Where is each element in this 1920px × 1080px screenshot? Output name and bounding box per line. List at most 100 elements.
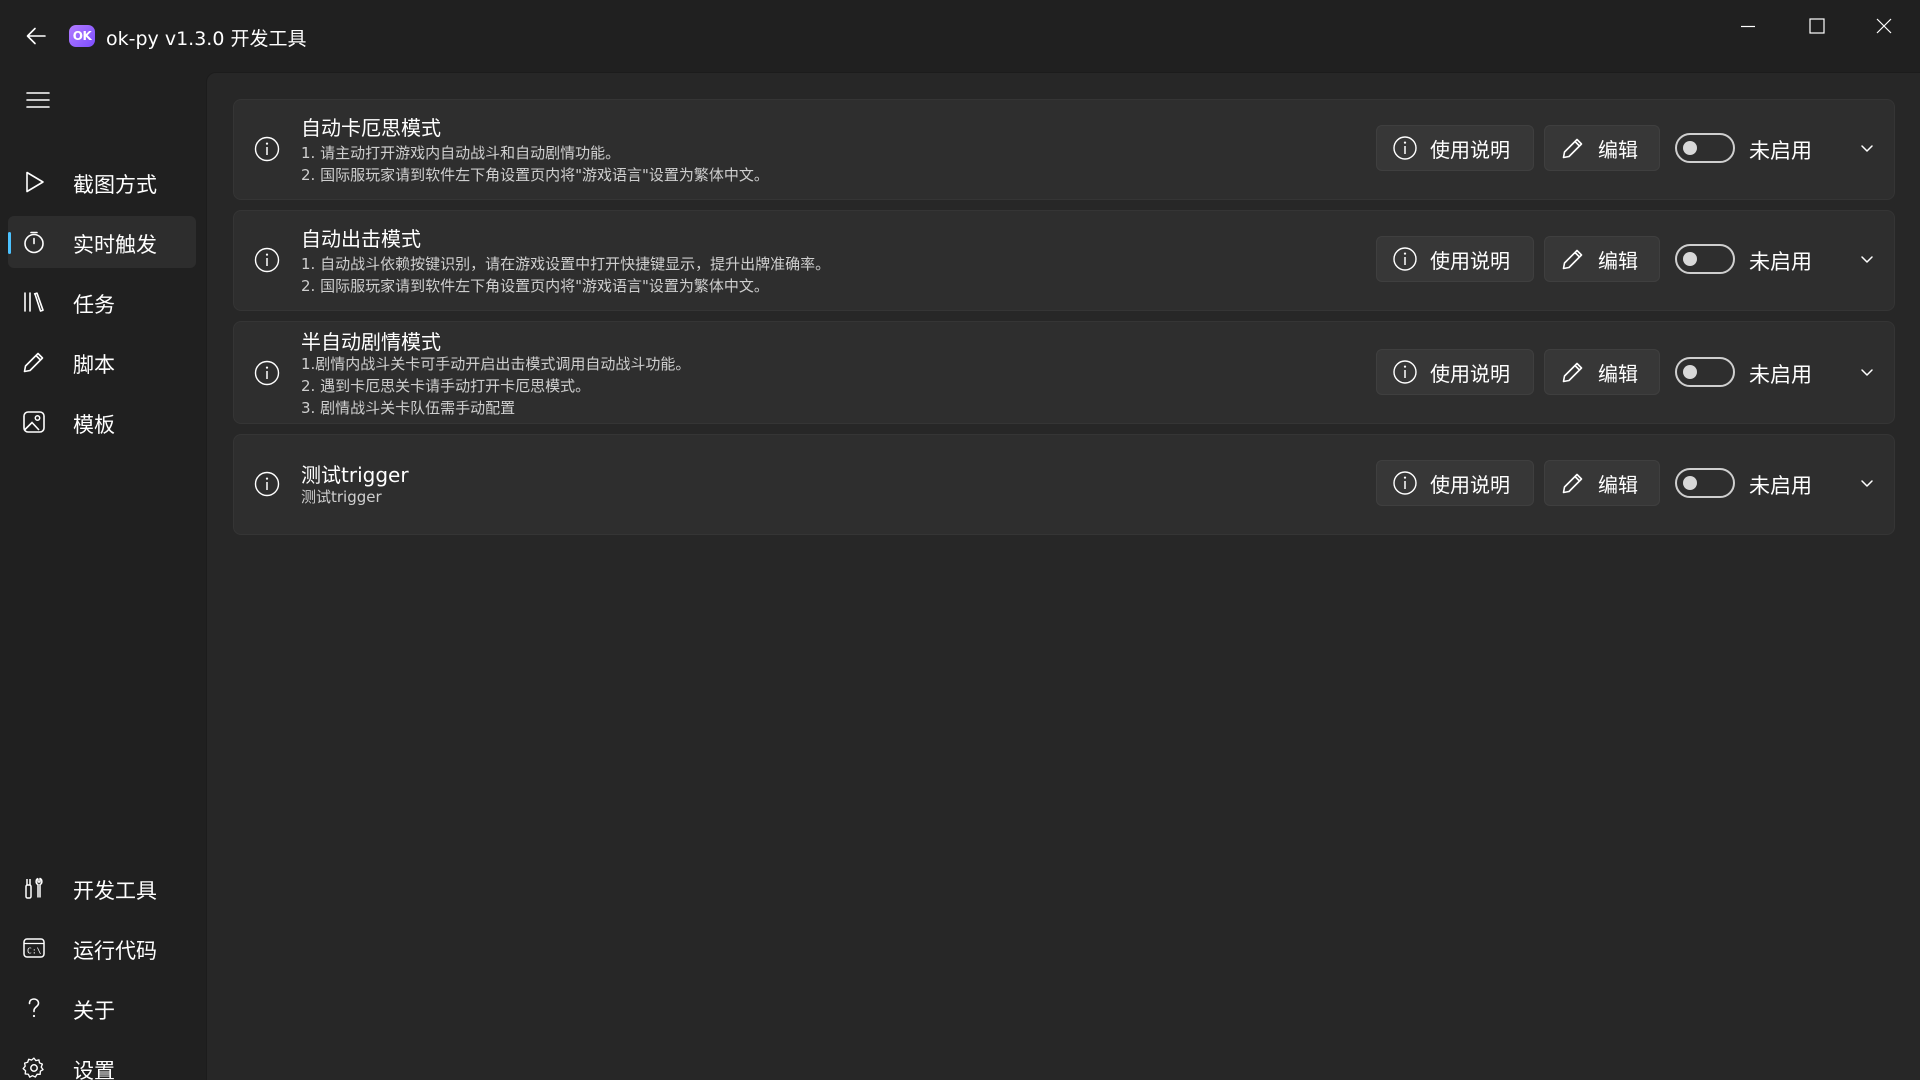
app-logo: OK xyxy=(69,25,95,47)
minimize-icon xyxy=(1741,25,1755,28)
toggle-status-label: 未启用 xyxy=(1749,474,1812,498)
maximize-button[interactable] xyxy=(1787,8,1847,44)
description-line: 2. 国际服玩家请到软件左下角设置页内将"游戏语言"设置为繁体中文。 xyxy=(301,277,769,295)
button-label: 编辑 xyxy=(1598,361,1638,386)
tools-icon xyxy=(22,876,46,900)
library-icon xyxy=(22,290,46,314)
toggle-status-label: 未启用 xyxy=(1749,250,1812,274)
sidebar-item-trigger[interactable]: 实时触发 xyxy=(8,216,196,268)
trigger-title: 测试trigger xyxy=(301,463,409,487)
toggle-knob xyxy=(1683,476,1697,490)
button-label: 使用说明 xyxy=(1430,472,1510,497)
instructions-button[interactable]: 使用说明 xyxy=(1376,125,1534,171)
toggle-status-label: 未启用 xyxy=(1749,363,1812,387)
app-window: OK ok-py v1.3.0 开发工具 截图方式 实时触发 任务 脚本 模板 … xyxy=(0,0,1920,1080)
terminal-icon: C:\ xyxy=(22,936,46,960)
enable-toggle[interactable] xyxy=(1675,468,1735,498)
description-line: 3. 剧情战斗关卡队伍需手动配置 xyxy=(301,399,516,417)
image-icon xyxy=(22,410,46,434)
button-label: 编辑 xyxy=(1598,472,1638,497)
question-icon xyxy=(22,996,46,1020)
toggle-knob xyxy=(1683,252,1697,266)
menu-toggle-button[interactable] xyxy=(20,82,56,118)
sidebar-item-label: 运行代码 xyxy=(73,939,157,963)
trigger-card-test: 测试trigger 测试trigger 使用说明 编辑 未启用 xyxy=(233,434,1895,535)
arrow-left-icon xyxy=(26,27,46,45)
sidebar-item-label: 任务 xyxy=(73,293,115,317)
title-bar: OK ok-py v1.3.0 开发工具 xyxy=(0,0,1920,72)
sidebar-item-scripts[interactable]: 脚本 xyxy=(8,336,196,388)
instructions-button[interactable]: 使用说明 xyxy=(1376,460,1534,506)
trigger-description: 1. 请主动打开游戏内自动战斗和自动剧情功能。 2. 国际服玩家请到软件左下角设… xyxy=(301,142,769,186)
sidebar-item-capture[interactable]: 截图方式 xyxy=(8,156,196,208)
description-line: 2. 国际服玩家请到软件左下角设置页内将"游戏语言"设置为繁体中文。 xyxy=(301,166,769,184)
edit-button[interactable]: 编辑 xyxy=(1544,236,1660,282)
expand-button[interactable] xyxy=(1855,360,1879,384)
minimize-button[interactable] xyxy=(1718,8,1778,44)
info-icon xyxy=(1392,135,1418,161)
chevron-down-icon xyxy=(1861,256,1873,263)
sidebar-item-tasks[interactable]: 任务 xyxy=(8,276,196,328)
sidebar-item-devtools[interactable]: 开发工具 xyxy=(8,862,196,914)
pencil-icon xyxy=(1560,470,1586,496)
edit-button[interactable]: 编辑 xyxy=(1544,460,1660,506)
sidebar-item-label: 设置 xyxy=(73,1059,115,1080)
trigger-list-panel: 自动卡厄思模式 1. 请主动打开游戏内自动战斗和自动剧情功能。 2. 国际服玩家… xyxy=(206,72,1920,1080)
svg-text:C:\: C:\ xyxy=(27,947,42,956)
description-line: 测试trigger xyxy=(301,488,382,506)
button-label: 使用说明 xyxy=(1430,248,1510,273)
info-icon xyxy=(1392,359,1418,385)
expand-button[interactable] xyxy=(1855,136,1879,160)
close-icon xyxy=(1876,18,1892,34)
instructions-button[interactable]: 使用说明 xyxy=(1376,236,1534,282)
toggle-knob xyxy=(1683,365,1697,379)
trigger-card-semi-auto-story: 半自动剧情模式 1.剧情内战斗关卡可手动开启出击模式调用自动战斗功能。 2. 遇… xyxy=(233,321,1895,424)
info-icon xyxy=(252,469,282,499)
sidebar-item-run-code[interactable]: C:\ 运行代码 xyxy=(8,922,196,974)
button-label: 编辑 xyxy=(1598,248,1638,273)
button-label: 编辑 xyxy=(1598,137,1638,162)
pencil-icon xyxy=(22,350,46,374)
chevron-down-icon xyxy=(1861,480,1873,487)
enable-toggle[interactable] xyxy=(1675,133,1735,163)
description-line: 1.剧情内战斗关卡可手动开启出击模式调用自动战斗功能。 xyxy=(301,355,691,373)
sidebar-item-label: 脚本 xyxy=(73,353,115,377)
sidebar-item-label: 截图方式 xyxy=(73,173,157,197)
pencil-icon xyxy=(1560,359,1586,385)
button-label: 使用说明 xyxy=(1430,361,1510,386)
expand-button[interactable] xyxy=(1855,247,1879,271)
sidebar-item-templates[interactable]: 模板 xyxy=(8,396,196,448)
enable-toggle[interactable] xyxy=(1675,244,1735,274)
enable-toggle[interactable] xyxy=(1675,357,1735,387)
trigger-description: 测试trigger xyxy=(301,486,382,508)
edit-button[interactable]: 编辑 xyxy=(1544,349,1660,395)
info-icon xyxy=(252,358,282,388)
trigger-title: 自动卡厄思模式 xyxy=(301,116,441,140)
close-button[interactable] xyxy=(1854,8,1914,44)
expand-button[interactable] xyxy=(1855,471,1879,495)
instructions-button[interactable]: 使用说明 xyxy=(1376,349,1534,395)
description-line: 1. 自动战斗依赖按键识别，请在游戏设置中打开快捷键显示，提升出牌准确率。 xyxy=(301,255,831,273)
toggle-status-label: 未启用 xyxy=(1749,139,1812,163)
pencil-icon xyxy=(1560,135,1586,161)
sidebar-item-label: 关于 xyxy=(73,999,115,1023)
sidebar-item-settings[interactable]: 设置 xyxy=(8,1042,196,1080)
edit-button[interactable]: 编辑 xyxy=(1544,125,1660,171)
info-icon xyxy=(1392,470,1418,496)
play-icon xyxy=(22,170,46,194)
trigger-card-chaos: 自动卡厄思模式 1. 请主动打开游戏内自动战斗和自动剧情功能。 2. 国际服玩家… xyxy=(233,99,1895,200)
sidebar-item-about[interactable]: 关于 xyxy=(8,982,196,1034)
trigger-description: 1. 自动战斗依赖按键识别，请在游戏设置中打开快捷键显示，提升出牌准确率。 2.… xyxy=(301,253,830,297)
description-line: 2. 遇到卡厄思关卡请手动打开卡厄思模式。 xyxy=(301,377,591,395)
gear-icon xyxy=(22,1056,46,1080)
trigger-title: 自动出击模式 xyxy=(301,227,421,251)
chevron-down-icon xyxy=(1861,369,1873,376)
sidebar-item-label: 实时触发 xyxy=(73,233,157,257)
sidebar-nav: 截图方式 实时触发 任务 脚本 模板 开发工具 C:\ 运行代码 关于 设置 xyxy=(0,72,206,1080)
description-line: 1. 请主动打开游戏内自动战斗和自动剧情功能。 xyxy=(301,144,621,162)
toggle-knob xyxy=(1683,141,1697,155)
info-icon xyxy=(252,245,282,275)
back-button[interactable] xyxy=(18,18,54,54)
window-title: ok-py v1.3.0 开发工具 xyxy=(106,28,307,50)
pencil-icon xyxy=(1560,246,1586,272)
